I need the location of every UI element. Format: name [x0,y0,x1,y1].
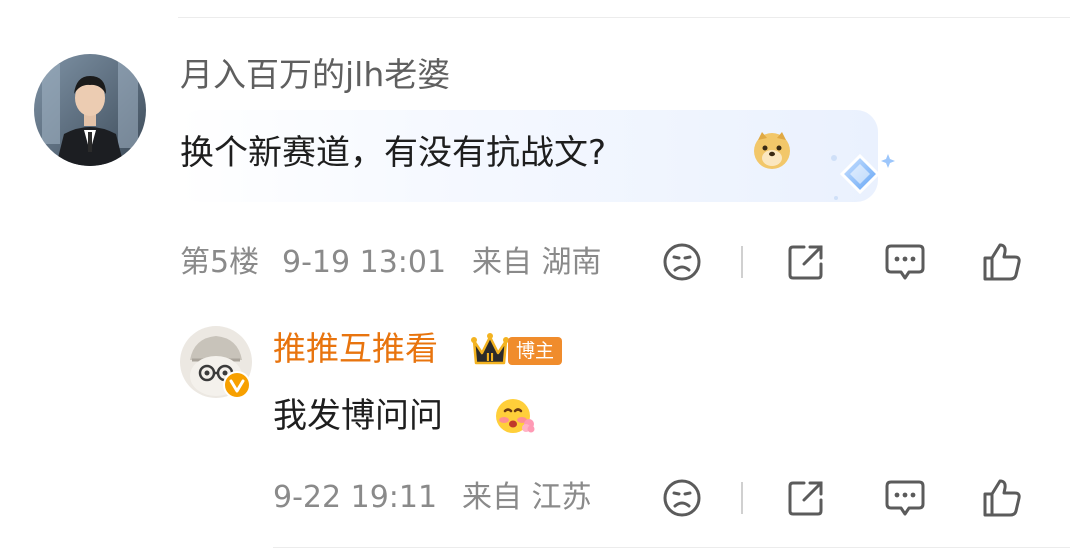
share-button[interactable] [784,240,828,284]
sparkle-icon [826,148,898,208]
reply-comment-button[interactable] [883,476,927,520]
like-icon [983,243,1021,281]
shy-emoji [493,394,537,438]
comment-floor: 第5楼 [180,245,260,280]
svg-text:II: II [486,351,494,364]
like-icon [983,479,1021,517]
commenter-avatar[interactable] [34,54,146,166]
share-icon [788,245,823,280]
reply-text: 我发博问问 [273,396,443,436]
comment-text: 换个新赛道，有没有抗战文? [180,133,607,173]
blogger-badge-label: 博主 [508,337,563,365]
dislike-button[interactable] [660,240,704,284]
comment-time: 9-19 13:01 [282,245,447,280]
reply-username[interactable]: 推推互推看 [273,329,438,369]
comment-icon [885,480,925,516]
comment-location: 来自 湖南 [472,245,602,280]
verified-icon [223,371,251,399]
blogger-badge: II 博主 [470,331,574,369]
reply-dislike-button[interactable] [660,476,704,520]
like-button[interactable] [980,240,1024,284]
bottom-divider [273,547,1070,548]
action-separator [741,482,743,514]
commenter-username[interactable]: 月入百万的jlh老婆 [180,55,450,95]
comment-icon [885,244,925,280]
comment-button[interactable] [883,240,927,284]
dislike-icon [663,243,701,281]
dislike-icon [663,479,701,517]
reply-share-button[interactable] [784,476,828,520]
reply-like-button[interactable] [980,476,1024,520]
reply-location: 来自 江苏 [462,480,592,515]
top-divider [178,17,1070,18]
share-icon [788,481,823,516]
reply-time: 9-22 19:11 [273,480,438,515]
doge-emoji [752,130,792,170]
action-separator [741,246,743,278]
